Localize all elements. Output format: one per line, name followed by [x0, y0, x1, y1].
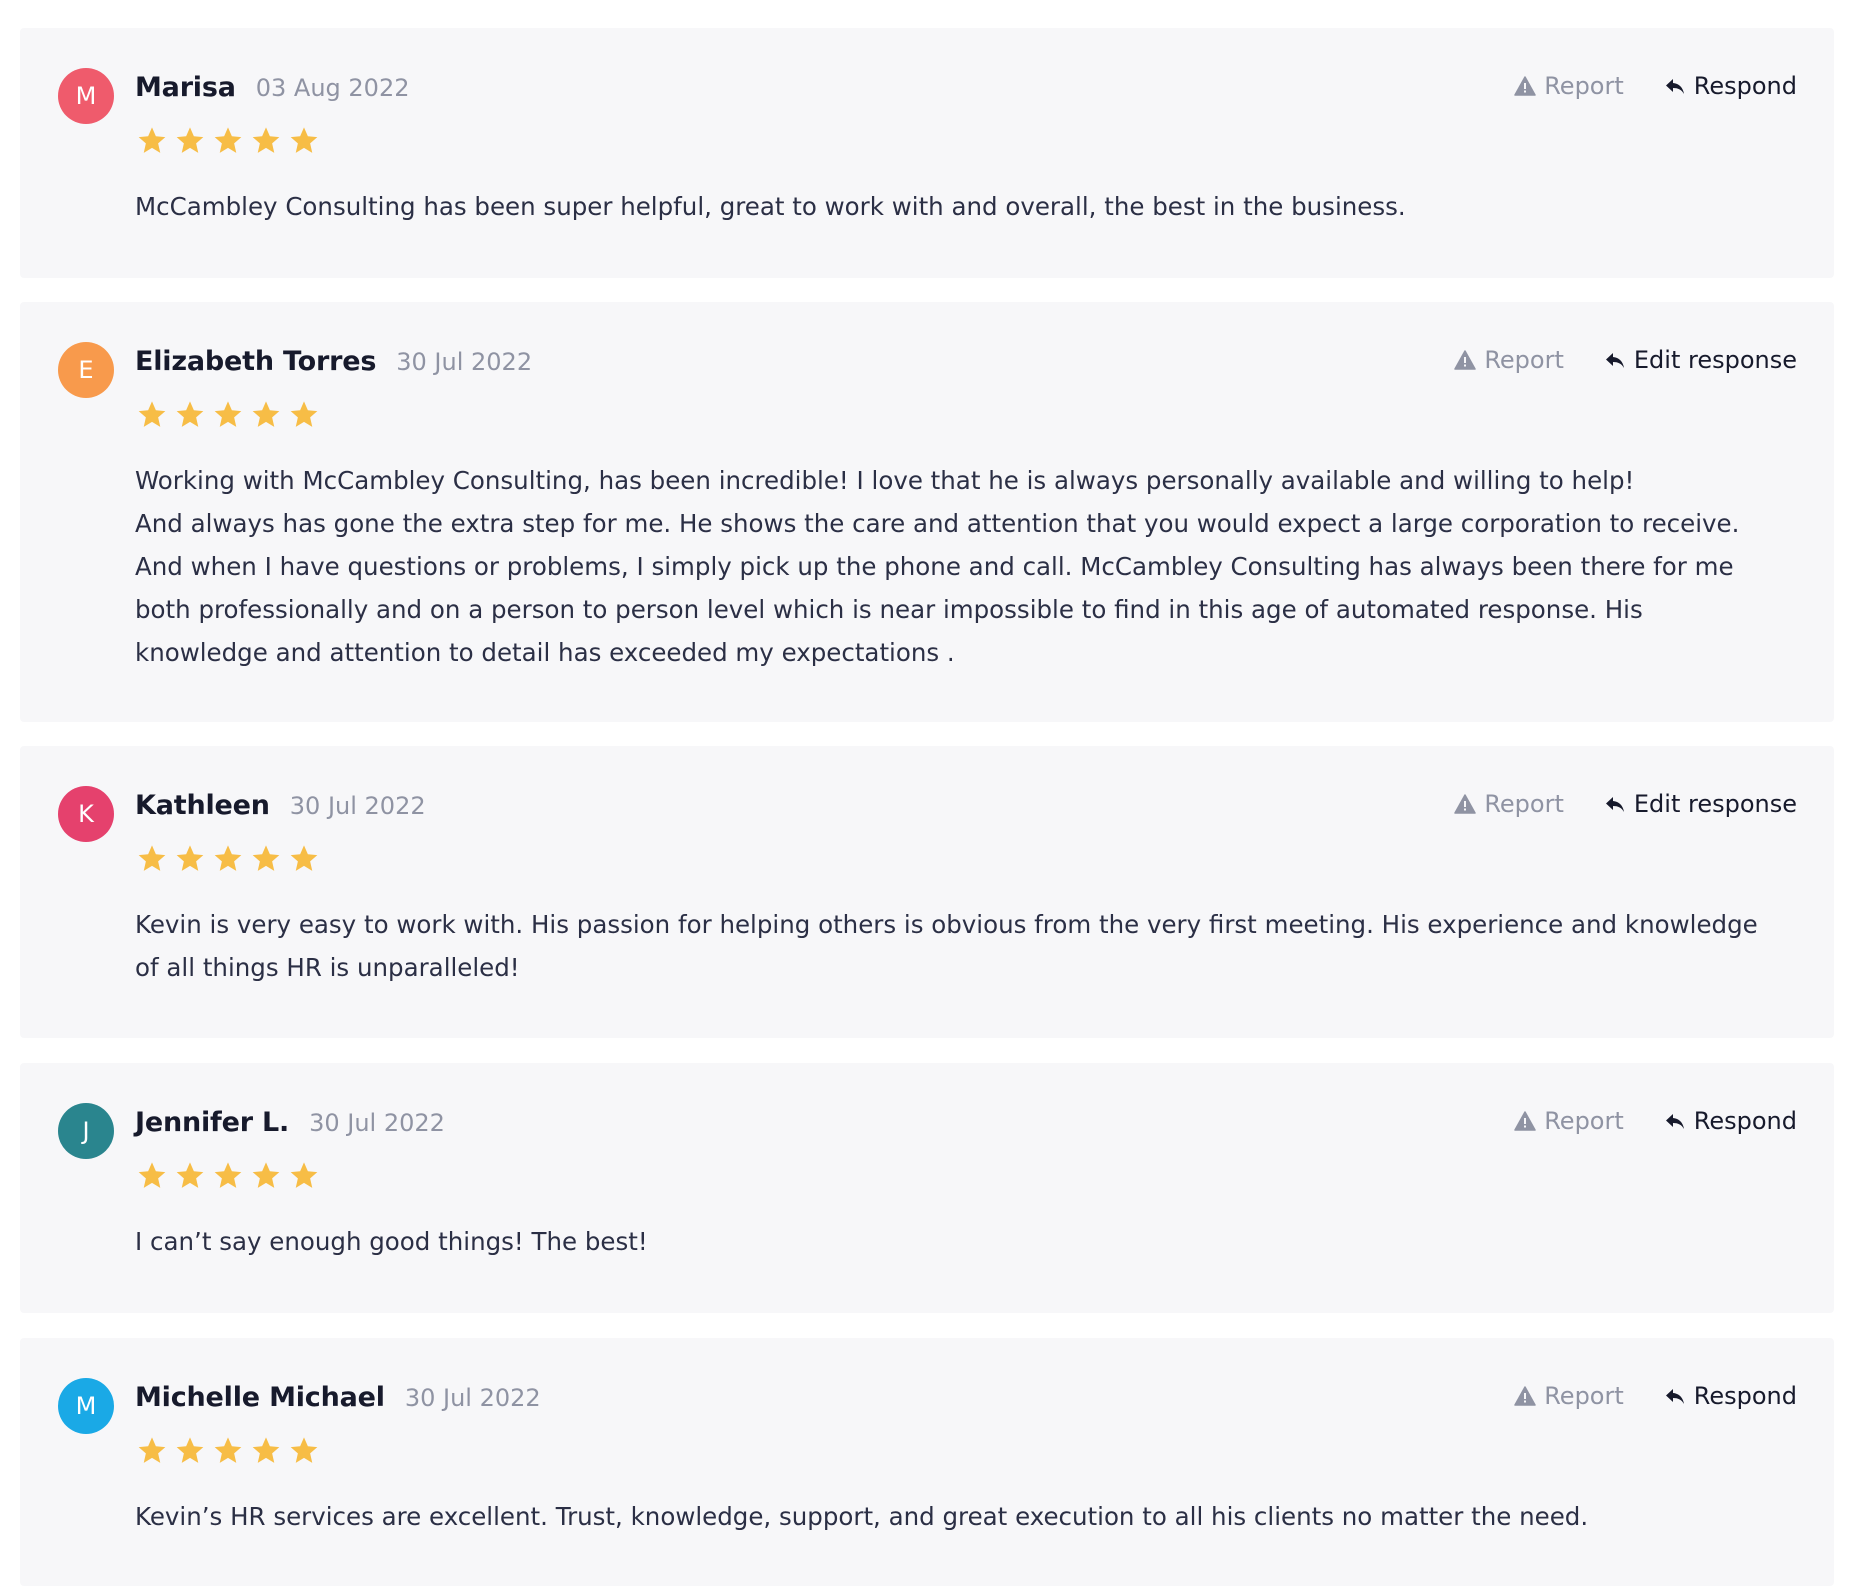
star-icon [138, 401, 166, 427]
warning-icon [1514, 76, 1536, 96]
reviewer-name: Marisa [135, 72, 236, 103]
star-icon [290, 1162, 318, 1188]
report-button[interactable]: Report [1454, 346, 1564, 374]
review-card: K Kathleen 30 Jul 2022 Kevin is very eas… [20, 746, 1834, 1038]
avatar: K [58, 786, 114, 842]
warning-icon [1454, 350, 1477, 370]
star-rating [136, 399, 320, 431]
star-icon [214, 1162, 242, 1188]
report-label: Report [1544, 72, 1624, 100]
avatar: M [58, 1378, 114, 1434]
star-icon [290, 127, 318, 153]
reply-icon [1664, 1386, 1686, 1406]
respond-label: Respond [1693, 72, 1797, 100]
review-text: Kevin is very easy to work with. His pas… [135, 910, 1758, 982]
report-label: Report [1484, 346, 1564, 374]
star-icon [214, 127, 242, 153]
review-card: M Michelle Michael 30 Jul 2022 Kevin’s H… [20, 1338, 1834, 1586]
review-header: Jennifer L. 30 Jul 2022 [135, 1107, 445, 1138]
review-text: I can’t say enough good things! The best… [135, 1227, 648, 1256]
report-label: Report [1544, 1382, 1624, 1410]
review-date: 30 Jul 2022 [309, 1109, 445, 1137]
star-icon [176, 1162, 204, 1188]
star-icon [252, 127, 280, 153]
review-date: 30 Jul 2022 [404, 1384, 541, 1412]
star-icon [138, 845, 166, 871]
review-card: E Elizabeth Torres 30 Jul 2022 Working w… [20, 302, 1834, 722]
report-label: Report [1544, 1107, 1624, 1135]
review-text: Kevin’s HR services are excellent. Trust… [135, 1502, 1589, 1531]
star-icon [176, 127, 204, 153]
star-icon [138, 1162, 166, 1188]
star-icon [252, 401, 280, 427]
star-rating [136, 843, 320, 875]
star-icon [214, 1437, 242, 1463]
edit-response-label: Edit response [1633, 346, 1797, 374]
star-icon [176, 1437, 204, 1463]
reply-icon [1664, 76, 1686, 96]
star-icon [290, 845, 318, 871]
report-button[interactable]: Report [1514, 1382, 1624, 1410]
star-icon [176, 401, 204, 427]
star-rating [136, 1160, 320, 1192]
review-text: Working with McCambley Consulting, has b… [135, 466, 1740, 667]
respond-label: Respond [1693, 1107, 1797, 1135]
edit-response-button[interactable]: Edit response [1604, 790, 1797, 818]
star-icon [214, 845, 242, 871]
review-date: 30 Jul 2022 [396, 348, 533, 376]
report-button[interactable]: Report [1514, 72, 1624, 100]
report-button[interactable]: Report [1454, 790, 1564, 818]
star-rating [136, 125, 320, 157]
respond-button[interactable]: Respond [1664, 72, 1797, 100]
review-actions: Report Edit response [1454, 790, 1797, 818]
review-card: J Jennifer L. 30 Jul 2022 I can’t say en… [20, 1063, 1834, 1313]
star-icon [138, 127, 166, 153]
edit-response-label: Edit response [1633, 790, 1797, 818]
review-actions: Report Edit response [1454, 346, 1797, 374]
warning-icon [1454, 794, 1477, 814]
review-header: Elizabeth Torres 30 Jul 2022 [135, 346, 532, 377]
review-header: Michelle Michael 30 Jul 2022 [135, 1382, 541, 1413]
avatar: E [58, 342, 114, 398]
edit-response-button[interactable]: Edit response [1604, 346, 1797, 374]
review-actions: Report Respond [1514, 1107, 1797, 1135]
review-card: M Marisa 03 Aug 2022 McCambley Consultin… [20, 28, 1834, 278]
star-icon [176, 845, 204, 871]
warning-icon [1514, 1386, 1536, 1406]
avatar: J [58, 1103, 114, 1159]
star-icon [214, 401, 242, 427]
reply-icon [1604, 350, 1626, 370]
reviewer-name: Michelle Michael [135, 1382, 385, 1413]
review-actions: Report Respond [1514, 72, 1797, 100]
warning-icon [1514, 1111, 1536, 1131]
star-icon [138, 1437, 166, 1463]
star-icon [252, 1437, 280, 1463]
reply-icon [1604, 794, 1626, 814]
star-icon [290, 401, 318, 427]
review-header: Marisa 03 Aug 2022 [135, 72, 410, 103]
reply-icon [1664, 1111, 1686, 1131]
reviews-list: M Marisa 03 Aug 2022 McCambley Consultin… [0, 0, 1855, 1594]
star-icon [290, 1437, 318, 1463]
avatar: M [58, 68, 114, 124]
respond-label: Respond [1693, 1382, 1797, 1410]
report-label: Report [1484, 790, 1564, 818]
reviewer-name: Jennifer L. [135, 1107, 290, 1138]
reviewer-name: Kathleen [135, 790, 270, 821]
star-icon [252, 1162, 280, 1188]
star-rating [136, 1435, 320, 1467]
reviewer-name: Elizabeth Torres [135, 346, 377, 377]
review-actions: Report Respond [1514, 1382, 1797, 1410]
review-date: 03 Aug 2022 [255, 74, 410, 102]
review-date: 30 Jul 2022 [289, 792, 426, 820]
review-text: McCambley Consulting has been super help… [135, 192, 1406, 221]
respond-button[interactable]: Respond [1664, 1382, 1797, 1410]
star-icon [252, 845, 280, 871]
review-header: Kathleen 30 Jul 2022 [135, 790, 426, 821]
respond-button[interactable]: Respond [1664, 1107, 1797, 1135]
report-button[interactable]: Report [1514, 1107, 1624, 1135]
